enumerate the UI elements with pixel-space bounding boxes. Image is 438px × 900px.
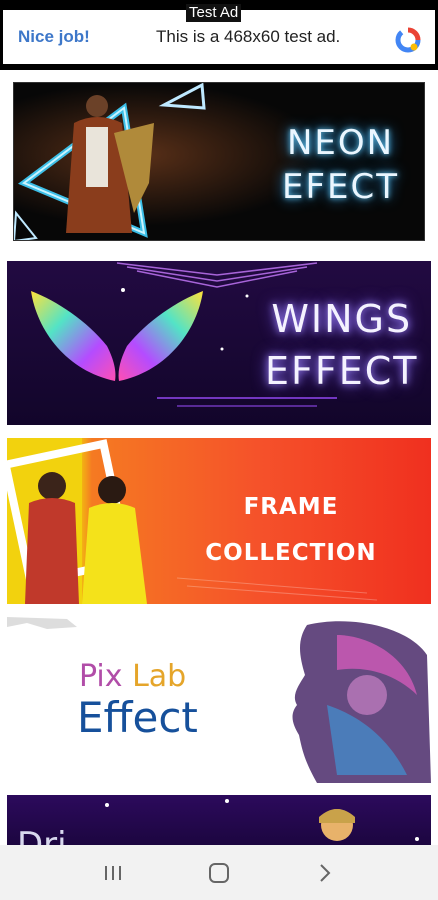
home-button[interactable] bbox=[199, 853, 239, 893]
drip-title-partial: Dri bbox=[17, 825, 67, 845]
wings-effect-card[interactable]: WINGS EFFECT bbox=[7, 261, 431, 425]
ad-text: This is a 468x60 test ad. bbox=[156, 27, 341, 46]
app-screen: Test Ad Nice job! This is a 468x60 test … bbox=[0, 0, 438, 900]
recent-apps-button[interactable] bbox=[93, 853, 133, 893]
wings-title-line1: WINGS bbox=[271, 297, 413, 341]
back-icon bbox=[320, 863, 331, 882]
frame-title-line2: COLLECTION bbox=[205, 540, 377, 566]
pix-lab-effect-card[interactable]: Pix Lab Effect bbox=[7, 615, 431, 783]
system-navigation-bar bbox=[0, 845, 438, 900]
wings-title-line2: EFFECT bbox=[265, 349, 419, 393]
neon-title-line2: EFECT bbox=[282, 167, 400, 207]
adchoices-logo-icon[interactable] bbox=[394, 26, 422, 54]
drip-art bbox=[105, 799, 419, 841]
recent-apps-icon bbox=[105, 865, 121, 880]
frame-title-line1: FRAME bbox=[243, 494, 339, 520]
ad-banner[interactable]: Test Ad Nice job! This is a 468x60 test … bbox=[0, 0, 438, 70]
ad-tag-label: Test Ad bbox=[186, 4, 242, 22]
home-icon bbox=[209, 862, 229, 883]
neon-effect-title: NEON EFECT bbox=[282, 121, 399, 209]
pixlab-title-word1: Pix bbox=[79, 659, 123, 694]
wings-effect-title: WINGS EFFECT bbox=[265, 293, 418, 397]
pixlab-art bbox=[7, 617, 431, 783]
drip-effect-card[interactable]: Dri bbox=[7, 795, 431, 845]
neon-effect-card[interactable]: NEON EFECT bbox=[13, 82, 425, 241]
pixlab-title-line2: Effect bbox=[77, 693, 198, 742]
frame-collection-title: FRAME COLLECTION bbox=[202, 484, 380, 576]
frame-collection-card[interactable]: FRAME COLLECTION bbox=[7, 438, 431, 604]
back-button[interactable] bbox=[305, 853, 345, 893]
neon-title-line1: NEON bbox=[286, 123, 395, 163]
ad-nice-label: Nice job! bbox=[18, 27, 90, 46]
pixlab-title-word2: Lab bbox=[132, 659, 187, 694]
pixlab-title-line1: Pix Lab bbox=[79, 659, 186, 694]
